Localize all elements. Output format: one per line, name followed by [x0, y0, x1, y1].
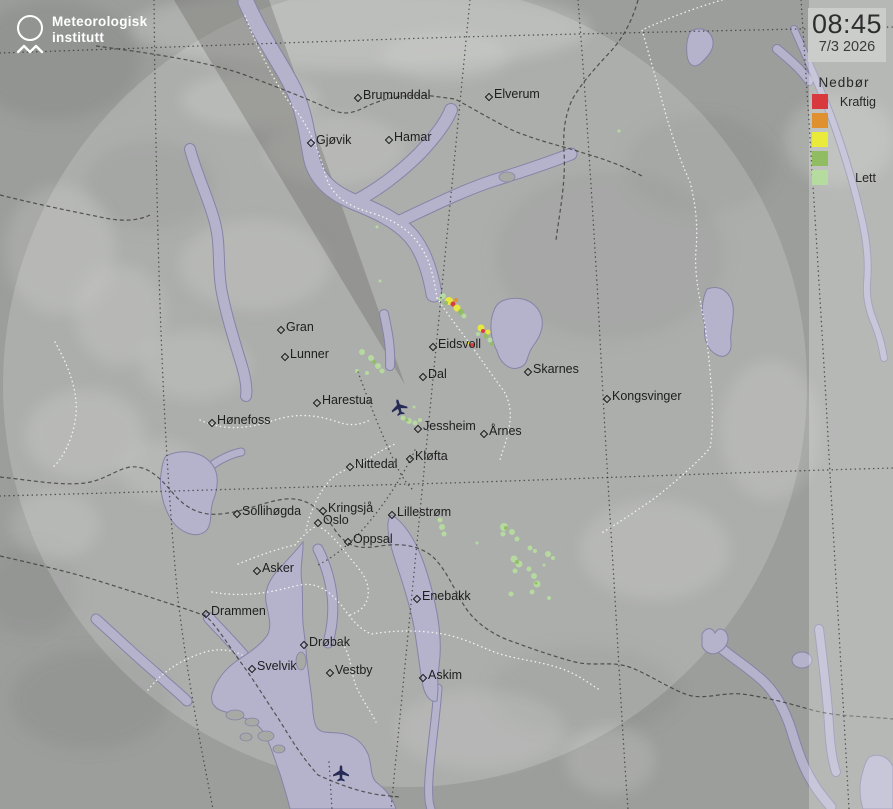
- legend-swatch: [812, 170, 828, 185]
- precipitation-cell: [504, 526, 508, 530]
- legend-items: Kraftig Lett: [812, 94, 876, 185]
- legend-swatch: [812, 113, 828, 128]
- precipitation-cell: [405, 418, 409, 422]
- clock-panel: 08:45 7/3 2026: [808, 8, 886, 62]
- precipitation-cell: [476, 332, 480, 336]
- precipitation-cell: [368, 355, 374, 361]
- precipitation-legend: Nedbør Kraftig Lett: [812, 75, 876, 189]
- precipitation-cell: [526, 566, 532, 572]
- precipitation-cell: [412, 420, 418, 426]
- logo-text: Meteorologisk institutt: [52, 14, 147, 46]
- precipitation-cell: [531, 573, 537, 579]
- precipitation-cell: [515, 560, 519, 564]
- legend-item: [812, 113, 876, 128]
- clock-date: 7/3 2026: [818, 39, 876, 55]
- precipitation-cell: [509, 529, 515, 535]
- precipitation-cell: [400, 415, 406, 421]
- precipitation-cell: [372, 360, 376, 364]
- precipitation-cell: [365, 371, 369, 375]
- legend-swatch: [812, 151, 828, 166]
- legend-item: [812, 151, 876, 166]
- precipitation-cell: [379, 368, 385, 374]
- precipitation-cell: [466, 341, 470, 345]
- precipitation-cell: [490, 342, 494, 346]
- logo-line2: institutt: [52, 30, 105, 45]
- logo-sun-icon: [17, 15, 43, 41]
- precipitation-cell: [529, 589, 535, 595]
- precipitation-cell: [475, 541, 479, 545]
- precipitation-cell: [418, 418, 422, 422]
- precipitation-cell: [359, 349, 365, 355]
- legend-item: Lett: [812, 170, 876, 185]
- precipitation-cell: [527, 545, 533, 551]
- precipitation-cell: [514, 536, 520, 542]
- precipitation-cell: [547, 596, 551, 600]
- precipitation-cell: [542, 563, 546, 567]
- precipitation-cell: [533, 549, 537, 553]
- precipitation-cell: [485, 329, 491, 335]
- precipitation-cell: [375, 363, 381, 369]
- precipitation-cell: [454, 298, 458, 302]
- precipitation-cell: [500, 531, 506, 537]
- legend-title: Nedbør: [818, 75, 870, 90]
- precipitation-cell: [481, 329, 485, 333]
- precipitation-cell: [534, 581, 538, 585]
- precipitation-cell: [470, 343, 474, 347]
- precipitation-cell: [617, 129, 621, 133]
- precipitation-cell: [487, 337, 493, 343]
- precipitation-cell: [441, 531, 447, 537]
- radar-map-screen: Brumunddal Elverum Gjøvik Hamar Gran Lunner Ei…: [0, 0, 893, 809]
- precipitation-cell: [437, 517, 443, 523]
- legend-item-label: Kraftig: [839, 94, 876, 109]
- precipitation-cell: [375, 225, 379, 229]
- legend-item-label: Lett: [855, 170, 876, 185]
- precipitation-cell: [412, 405, 416, 409]
- precipitation-cell: [439, 524, 445, 530]
- precipitation-cell: [508, 591, 514, 597]
- clock-time: 08:45: [811, 9, 883, 39]
- legend-swatch: [812, 132, 828, 147]
- precipitation-cell: [444, 301, 448, 305]
- precipitation-cell: [461, 313, 467, 319]
- precipitation-cell: [512, 568, 518, 574]
- precipitation-cell: [545, 551, 551, 557]
- precipitation-cell: [551, 556, 555, 560]
- legend-item: Kraftig: [812, 94, 876, 109]
- legend-item: [812, 132, 876, 147]
- weather-radar-map[interactable]: [0, 0, 893, 809]
- logo-wave-icon: [16, 44, 44, 54]
- precipitation-cell: [378, 279, 382, 283]
- logo-line1: Meteorologisk: [52, 14, 148, 29]
- legend-swatch: [812, 94, 828, 109]
